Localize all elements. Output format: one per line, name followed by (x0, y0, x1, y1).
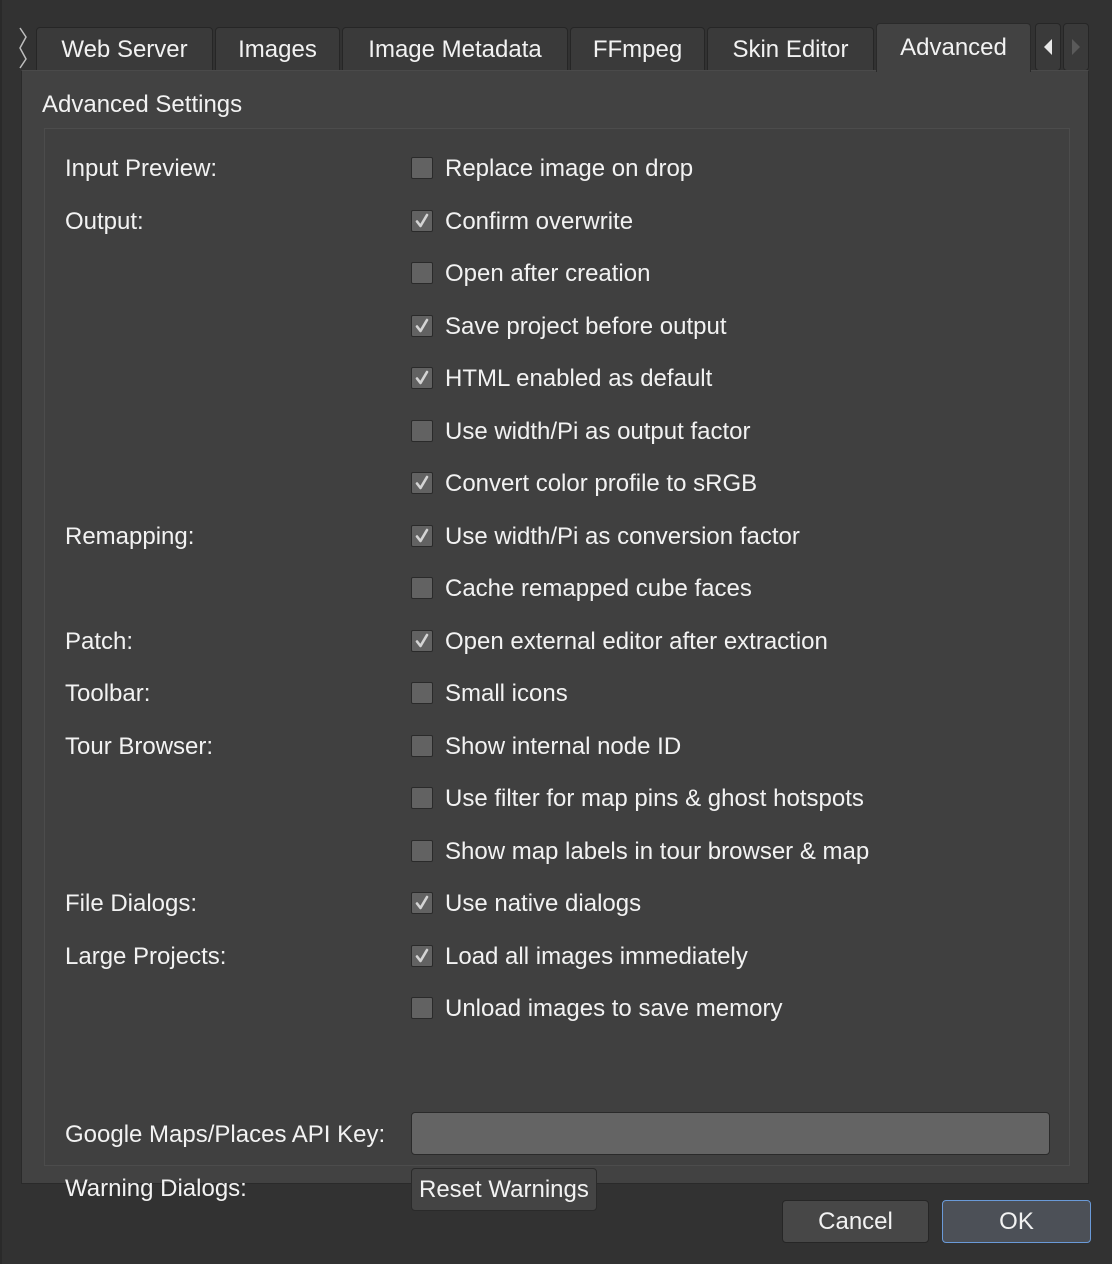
setting-checkbox[interactable] (411, 734, 433, 757)
warning-dialogs-label: Warning Dialogs: (65, 1175, 247, 1202)
setting-checkbox-label[interactable]: Use filter for map pins & ghost hotspots (445, 785, 864, 813)
google-maps-api-key-input[interactable] (411, 1112, 1050, 1155)
tab-scroll-left-button[interactable] (1035, 23, 1061, 71)
setting-row: Patch: Open external editor after extract… (45, 622, 1069, 662)
checkmark-icon (415, 633, 429, 647)
setting-checkbox-label[interactable]: Small icons (445, 680, 568, 708)
setting-checkbox[interactable] (411, 892, 433, 914)
setting-checkbox[interactable] (411, 157, 433, 179)
setting-checkbox[interactable] (411, 997, 433, 1019)
setting-checkbox[interactable] (411, 367, 433, 389)
api-key-label: Google Maps/Places API Key: (65, 1121, 386, 1148)
setting-row: Use filter for map pins & ghost hotspots (45, 779, 1069, 819)
setting-group-label: Patch: (65, 627, 134, 655)
tab-skin-editor[interactable]: Skin Editor (707, 27, 874, 70)
triangle-right-icon (1072, 39, 1080, 55)
advanced-tab-pane: Advanced Settings Google Maps/Places API… (21, 70, 1089, 1211)
tab-image-metadata[interactable]: Image Metadata (342, 27, 568, 70)
setting-row: Remapping: Use width/Pi as conversion fac… (45, 517, 1069, 557)
tab-ffmpeg[interactable]: FFmpeg (570, 27, 705, 70)
checkmark-icon (415, 318, 429, 332)
setting-row: Tour Browser: Show internal node ID (45, 727, 1069, 767)
setting-row: Use width/Pi as output factor (45, 412, 1069, 452)
setting-checkbox-label[interactable]: Show internal node ID (445, 733, 681, 761)
setting-row: Convert color profile to sRGB (45, 464, 1069, 504)
setting-checkbox-label[interactable]: Use native dialogs (445, 890, 641, 918)
setting-checkbox[interactable] (411, 629, 433, 652)
setting-row: Large Projects: Load all images immediate… (45, 937, 1069, 977)
setting-checkbox-label[interactable]: Confirm overwrite (445, 208, 633, 236)
setting-checkbox-label[interactable]: Replace image on drop (445, 155, 693, 183)
setting-checkbox-label[interactable]: Open after creation (445, 260, 650, 288)
section-title: Advanced Settings (42, 91, 243, 118)
setting-checkbox[interactable] (411, 524, 433, 547)
setting-row: Input Preview: Replace image on drop (45, 149, 1069, 189)
setting-row: Cache remapped cube faces (45, 569, 1069, 609)
setting-group-label: Large Projects: (65, 942, 227, 970)
checkmark-icon (415, 475, 429, 490)
setting-row: Unload images to save memory (45, 989, 1069, 1029)
setting-group-label: Tour Browser: (65, 732, 214, 760)
setting-checkbox-label[interactable]: Use width/Pi as conversion factor (445, 523, 800, 551)
setting-checkbox-label[interactable]: Use width/Pi as output factor (445, 418, 750, 446)
setting-group-label: File Dialogs: (65, 890, 198, 917)
setting-row: Toolbar: Small icons (45, 674, 1069, 714)
setting-checkbox[interactable] (411, 682, 433, 704)
tab-advanced[interactable]: Advanced (876, 23, 1031, 72)
setting-checkbox[interactable] (411, 262, 433, 284)
setting-row: File Dialogs: Use native dialogs (45, 884, 1069, 924)
setting-checkbox-label[interactable]: Convert color profile to sRGB (445, 470, 757, 498)
setting-row: Output: Confirm overwrite (45, 202, 1069, 242)
setting-checkbox-label[interactable]: Unload images to save memory (445, 995, 782, 1023)
tab-web-server[interactable]: Web Server (36, 27, 213, 70)
tab-scroll-right-button[interactable] (1063, 23, 1089, 71)
settings-group: Google Maps/Places API Key: Warning Dial… (44, 128, 1070, 1211)
setting-group-label: Toolbar: (65, 680, 151, 707)
setting-checkbox-label[interactable]: Save project before output (445, 313, 727, 341)
setting-group-label: Remapping: (65, 522, 195, 550)
checkmark-icon (415, 528, 429, 542)
setting-checkbox[interactable] (411, 787, 433, 809)
setting-checkbox[interactable] (411, 314, 433, 337)
setting-checkbox-label[interactable]: Open external editor after extraction (445, 628, 828, 656)
setting-checkbox[interactable] (411, 209, 433, 232)
setting-checkbox[interactable] (411, 944, 433, 967)
setting-checkbox-label[interactable]: Load all images immediately (445, 943, 748, 971)
tab-images[interactable]: Images (215, 27, 340, 70)
checkmark-icon (415, 895, 429, 910)
ok-button[interactable]: OK (942, 1200, 1091, 1243)
setting-row: Open after creation (45, 254, 1069, 294)
cancel-button[interactable]: Cancel (782, 1200, 929, 1243)
setting-checkbox[interactable] (411, 419, 433, 442)
checkmark-icon (415, 213, 429, 227)
setting-row: Save project before output (45, 307, 1069, 347)
setting-checkbox[interactable] (411, 472, 433, 494)
setting-group-label: Input Preview: (65, 155, 218, 182)
setting-checkbox-label[interactable]: Show map labels in tour browser & map (445, 838, 869, 866)
setting-checkbox-label[interactable]: HTML enabled as default (445, 365, 712, 393)
triangle-left-icon (1044, 39, 1052, 55)
setting-row: HTML enabled as default (45, 359, 1069, 399)
checkmark-icon (415, 948, 429, 962)
setting-checkbox-label[interactable]: Cache remapped cube faces (445, 575, 752, 603)
setting-row: Show map labels in tour browser & map (45, 832, 1069, 872)
setting-checkbox[interactable] (411, 577, 433, 599)
setting-group-label: Output: (65, 207, 144, 235)
setting-checkbox[interactable] (411, 839, 433, 862)
tab-overflow-indicator-icon (19, 27, 27, 69)
checkmark-icon (415, 370, 429, 385)
reset-warnings-button[interactable]: Reset Warnings (411, 1168, 597, 1211)
